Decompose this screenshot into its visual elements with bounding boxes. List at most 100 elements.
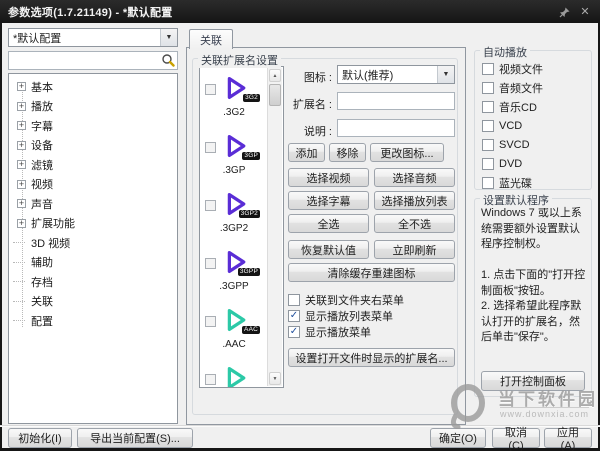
media-play-icon: 3GP: [220, 131, 254, 163]
extension-item[interactable]: ✓ 3GP2 .3GP2: [200, 187, 268, 245]
autoplay-checkbox-row[interactable]: ✓ 音乐CD: [482, 99, 543, 115]
select-audio-button[interactable]: 选择音频: [374, 168, 455, 187]
extension-checkbox[interactable]: ✓: [205, 142, 216, 153]
checkbox[interactable]: ✓: [288, 326, 300, 338]
sidebar-item[interactable]: + 基本: [9, 77, 177, 97]
desc-field-label: 说明 :: [288, 123, 332, 139]
extension-checkbox[interactable]: ✓: [205, 200, 216, 211]
desc-input[interactable]: [337, 119, 455, 137]
cancel-button[interactable]: 取消(C): [492, 428, 540, 448]
select-video-button[interactable]: 选择视频: [288, 168, 369, 187]
sidebar-item[interactable]: + 播放: [9, 97, 177, 117]
ok-button[interactable]: 确定(O): [430, 428, 486, 448]
sidebar-item-label: 滤镜: [31, 157, 53, 173]
initialize-button[interactable]: 初始化(I): [8, 428, 72, 448]
expand-plus-icon[interactable]: +: [17, 121, 26, 130]
title-bar[interactable]: 参数选项(1.7.21149) - *默认配置 ✕: [0, 0, 600, 23]
sidebar-item[interactable]: + 字幕: [9, 116, 177, 136]
extension-list[interactable]: ✓ 3G2 .3G2 ✓ 3GP: [199, 66, 284, 388]
checkbox[interactable]: ✓: [288, 294, 300, 306]
autoplay-checkbox-row[interactable]: ✓ DVD: [482, 156, 543, 172]
checkbox[interactable]: ✓: [482, 63, 494, 75]
assoc-checkbox-row[interactable]: ✓ 显示播放列表菜单: [288, 308, 404, 324]
extension-name: .3GPP: [200, 281, 268, 292]
sidebar-item[interactable]: + 视频: [9, 175, 177, 195]
remove-button[interactable]: 移除: [329, 143, 366, 162]
extension-item[interactable]: ✓ AAC .AAC: [200, 303, 268, 361]
assoc-checkbox-row[interactable]: ✓ 显示播放菜单: [288, 324, 404, 340]
checkbox[interactable]: ✓: [482, 82, 494, 94]
sidebar-item[interactable]: + 存档: [9, 272, 177, 292]
extension-item[interactable]: ✓: [200, 361, 268, 388]
icon-select[interactable]: 默认(推荐) ▼: [337, 65, 455, 84]
checkbox[interactable]: ✓: [482, 177, 494, 189]
scroll-up-icon[interactable]: ▲: [269, 69, 281, 82]
apply-button[interactable]: 应用(A): [544, 428, 592, 448]
chevron-down-icon[interactable]: ▼: [160, 29, 177, 46]
expand-plus-icon[interactable]: +: [17, 141, 26, 150]
add-button[interactable]: 添加: [288, 143, 325, 162]
checkbox[interactable]: ✓: [482, 158, 494, 170]
tab-association[interactable]: 关联: [189, 29, 233, 49]
extension-list-scrollbar[interactable]: ▲ ▼: [267, 68, 282, 386]
sidebar-item[interactable]: + 关联: [9, 292, 177, 312]
ext-input[interactable]: [337, 92, 455, 110]
chevron-down-icon[interactable]: ▼: [437, 66, 454, 83]
expand-plus-icon[interactable]: +: [17, 102, 26, 111]
pin-icon[interactable]: [556, 4, 574, 19]
checkbox[interactable]: ✓: [482, 120, 494, 132]
extension-checkbox[interactable]: ✓: [205, 84, 216, 95]
sidebar-item-label: 存档: [31, 274, 53, 290]
checkbox[interactable]: ✓: [288, 310, 300, 322]
autoplay-checkbox-row[interactable]: ✓ SVCD: [482, 137, 543, 153]
checkbox[interactable]: ✓: [482, 139, 494, 151]
export-config-button[interactable]: 导出当前配置(S)...: [77, 428, 193, 448]
select-playlist-button[interactable]: 选择播放列表: [374, 191, 455, 210]
extension-item[interactable]: ✓ 3G2 .3G2: [200, 71, 268, 129]
sidebar-item[interactable]: + 声音: [9, 194, 177, 214]
checkbox[interactable]: ✓: [482, 101, 494, 113]
close-icon[interactable]: ✕: [576, 4, 594, 19]
autoplay-checkbox-row[interactable]: ✓ VCD: [482, 118, 543, 134]
scrollbar-thumb[interactable]: [269, 84, 281, 106]
autoplay-checkbox-row[interactable]: ✓ 蓝光碟: [482, 175, 543, 191]
select-all-button[interactable]: 全选: [288, 214, 369, 233]
rebuild-icon-cache-button[interactable]: 清除缓存重建图标: [288, 263, 455, 282]
expand-plus-icon[interactable]: +: [17, 160, 26, 169]
sidebar-item[interactable]: + 辅助: [9, 253, 177, 273]
autoplay-checkbox-row[interactable]: ✓ 音频文件: [482, 80, 543, 96]
sidebar-item[interactable]: + 滤镜: [9, 155, 177, 175]
search-icon[interactable]: [161, 53, 175, 70]
autoplay-group-title: 自动播放: [480, 44, 530, 60]
extension-checkbox[interactable]: ✓: [205, 258, 216, 269]
select-subtitle-button[interactable]: 选择字幕: [288, 191, 369, 210]
expand-plus-icon[interactable]: +: [17, 219, 26, 228]
sidebar-item[interactable]: + 配置: [9, 311, 177, 331]
set-open-ext-button[interactable]: 设置打开文件时显示的扩展名...: [288, 348, 455, 367]
extension-item[interactable]: ✓ 3GPP .3GPP: [200, 245, 268, 303]
select-none-button[interactable]: 全不选: [374, 214, 455, 233]
search-input[interactable]: [8, 51, 178, 70]
extension-item[interactable]: ✓ 3GP .3GP: [200, 129, 268, 187]
change-icon-button[interactable]: 更改图标...: [370, 143, 444, 162]
restore-default-button[interactable]: 恢复默认值: [288, 240, 369, 259]
extension-checkbox[interactable]: ✓: [205, 316, 216, 327]
refresh-now-button[interactable]: 立即刷新: [374, 240, 455, 259]
autoplay-checkbox-row[interactable]: ✓ 视频文件: [482, 61, 543, 77]
open-control-panel-button[interactable]: 打开控制面板: [481, 371, 585, 391]
sidebar-item[interactable]: + 设备: [9, 136, 177, 156]
extension-checkbox[interactable]: ✓: [205, 374, 216, 385]
assoc-checkbox-row[interactable]: ✓ 关联到文件夹右菜单: [288, 292, 404, 308]
sidebar-item-label: 视频: [31, 176, 53, 192]
scroll-down-icon[interactable]: ▼: [269, 372, 281, 385]
checkbox-label: 音频文件: [499, 80, 543, 96]
expand-plus-icon[interactable]: +: [17, 180, 26, 189]
expand-plus-icon[interactable]: +: [17, 199, 26, 208]
sidebar-item[interactable]: + 3D 视频: [9, 233, 177, 253]
sidebar-item[interactable]: + 扩展功能: [9, 214, 177, 234]
settings-tree[interactable]: + 基本 + 播放 +: [8, 73, 178, 424]
preferences-dialog: 参数选项(1.7.21149) - *默认配置 ✕ *默认配置 ▼: [0, 0, 600, 451]
search-box[interactable]: [8, 51, 178, 70]
profile-select[interactable]: *默认配置 ▼: [8, 28, 178, 47]
expand-plus-icon[interactable]: +: [17, 82, 26, 91]
